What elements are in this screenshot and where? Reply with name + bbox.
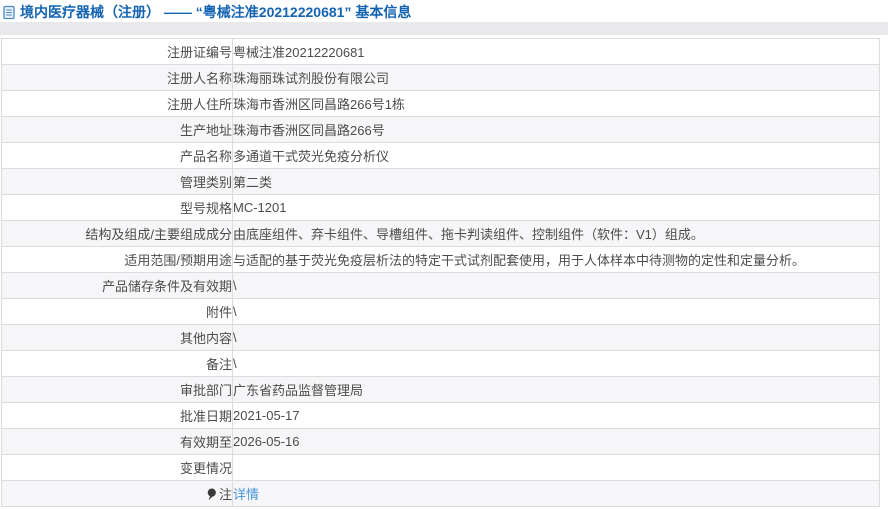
row-label-cell: 产品名称 <box>1 142 233 169</box>
row-label: 注 <box>218 486 232 502</box>
row-label: 有效期至 <box>179 435 232 450</box>
table-row: 备注 \ <box>1 350 880 377</box>
row-label: 备注 <box>205 357 232 372</box>
detail-link[interactable]: 详情 <box>234 487 260 502</box>
row-label-cell: 变更情况 <box>1 454 233 481</box>
row-label: 结构及组成/主要组成成分 <box>85 227 232 242</box>
row-value-cell: \ <box>232 350 880 377</box>
table-row: 生产地址 珠海市香洲区同昌路266号 <box>1 116 880 143</box>
row-value: 与适配的基于荧光免疫层析法的特定干式试剂配套使用，用于人体样本中待测物的定性和定… <box>233 253 806 268</box>
row-value-cell: 2021-05-17 <box>232 402 880 429</box>
row-value: \ <box>233 304 237 319</box>
registration-info-table: 注册证编号 粤械注准20212220681 注册人名称 珠海丽珠试剂股份有限公司 注册人… <box>1 38 880 507</box>
table-row: 有效期至 2026-05-16 <box>1 428 880 455</box>
row-label: 注册人名称 <box>166 71 232 86</box>
row-label: 其他内容 <box>179 331 232 346</box>
header-divider-band <box>0 22 888 35</box>
row-value-cell: \ <box>232 272 880 299</box>
row-value-cell: \ <box>232 298 880 325</box>
row-value: \ <box>233 278 237 293</box>
row-value: \ <box>233 356 237 371</box>
row-label: 附件 <box>205 305 232 320</box>
row-value: \ <box>233 330 237 345</box>
row-label: 变更情况 <box>179 461 232 476</box>
row-value: 由底座组件、弃卡组件、导槽组件、拖卡判读组件、控制组件（软件：V1）组成。 <box>233 227 704 242</box>
table-row: 其他内容 \ <box>1 324 880 351</box>
row-label-cell: 适用范围/预期用途 <box>1 246 233 273</box>
row-label: 产品储存条件及有效期 <box>101 279 232 294</box>
row-value-cell: \ <box>232 324 880 351</box>
row-value-cell: 广东省药品监督管理局 <box>232 376 880 403</box>
row-label-cell: 型号规格 <box>1 194 233 221</box>
row-value: 第二类 <box>233 175 273 190</box>
row-value: 珠海市香洲区同昌路266号 <box>233 123 385 138</box>
table-row: 注详情 <box>1 480 880 507</box>
row-value-cell: 详情 <box>232 480 880 507</box>
row-label-cell: 备注 <box>1 350 233 377</box>
page-title: 境内医疗器械（注册） —— “粤械注准20212220681” 基本信息 <box>20 4 412 20</box>
row-value: 粤械注准20212220681 <box>233 45 365 60</box>
table-row: 管理类别 第二类 <box>1 168 880 195</box>
table-row: 注册人名称 珠海丽珠试剂股份有限公司 <box>1 64 880 91</box>
row-label: 管理类别 <box>179 175 232 190</box>
table-row: 附件 \ <box>1 298 880 325</box>
row-value-cell: 珠海市香洲区同昌路266号1栋 <box>232 90 880 117</box>
row-value: 2021-05-17 <box>233 408 300 423</box>
row-value: 广东省药品监督管理局 <box>233 383 364 398</box>
row-value: 多通道干式荧光免疫分析仪 <box>233 149 390 164</box>
row-value-cell <box>232 454 880 481</box>
row-value-cell: 多通道干式荧光免疫分析仪 <box>232 142 880 169</box>
pin-icon <box>206 488 217 504</box>
table-row: 型号规格 MC-1201 <box>1 194 880 221</box>
row-value-cell: 珠海丽珠试剂股份有限公司 <box>232 64 880 91</box>
row-value: 珠海丽珠试剂股份有限公司 <box>233 71 390 86</box>
row-value-cell: 由底座组件、弃卡组件、导槽组件、拖卡判读组件、控制组件（软件：V1）组成。 <box>232 220 880 247</box>
info-table-container: 注册证编号 粤械注准20212220681 注册人名称 珠海丽珠试剂股份有限公司 注册人… <box>1 38 888 507</box>
page-header: 境内医疗器械（注册） —— “粤械注准20212220681” 基本信息 <box>0 0 888 22</box>
table-row: 批准日期 2021-05-17 <box>1 402 880 429</box>
row-label: 注册证编号 <box>166 45 232 60</box>
row-value-cell: 珠海市香洲区同昌路266号 <box>232 116 880 143</box>
row-label: 适用范围/预期用途 <box>124 253 232 268</box>
table-row: 变更情况 <box>1 454 880 481</box>
row-value: MC-1201 <box>233 200 287 215</box>
row-value: 珠海市香洲区同昌路266号1栋 <box>233 97 405 112</box>
row-value-cell: MC-1201 <box>232 194 880 221</box>
row-label-cell: 注册人住所 <box>1 90 233 117</box>
row-label-cell: 其他内容 <box>1 324 233 351</box>
table-row: 适用范围/预期用途 与适配的基于荧光免疫层析法的特定干式试剂配套使用，用于人体样本… <box>1 246 880 273</box>
table-row: 注册证编号 粤械注准20212220681 <box>1 38 880 65</box>
row-label-cell: 批准日期 <box>1 402 233 429</box>
row-label: 批准日期 <box>179 409 232 424</box>
document-icon <box>3 5 15 20</box>
row-label-cell: 管理类别 <box>1 168 233 195</box>
row-label-cell: 附件 <box>1 298 233 325</box>
row-label-cell: 有效期至 <box>1 428 233 455</box>
row-label: 注册人住所 <box>166 97 232 112</box>
table-row: 注册人住所 珠海市香洲区同昌路266号1栋 <box>1 90 880 117</box>
row-label-cell: 注 <box>1 480 233 507</box>
row-label-cell: 产品储存条件及有效期 <box>1 272 233 299</box>
row-value: 2026-05-16 <box>233 434 300 449</box>
row-label-cell: 审批部门 <box>1 376 233 403</box>
row-label-cell: 注册人名称 <box>1 64 233 91</box>
row-label: 生产地址 <box>179 123 232 138</box>
row-label-cell: 结构及组成/主要组成成分 <box>1 220 233 247</box>
row-value-cell: 粤械注准20212220681 <box>232 38 880 65</box>
row-value-cell: 2026-05-16 <box>232 428 880 455</box>
table-row: 审批部门 广东省药品监督管理局 <box>1 376 880 403</box>
table-row: 结构及组成/主要组成成分 由底座组件、弃卡组件、导槽组件、拖卡判读组件、控制组件（… <box>1 220 880 247</box>
row-label: 审批部门 <box>179 383 232 398</box>
row-label-cell: 生产地址 <box>1 116 233 143</box>
page: 境内医疗器械（注册） —— “粤械注准20212220681” 基本信息 注册证… <box>0 0 888 509</box>
info-table-body: 注册证编号 粤械注准20212220681 注册人名称 珠海丽珠试剂股份有限公司 注册人… <box>1 38 880 507</box>
row-value-cell: 与适配的基于荧光免疫层析法的特定干式试剂配套使用，用于人体样本中待测物的定性和定… <box>232 246 880 273</box>
table-row: 产品名称 多通道干式荧光免疫分析仪 <box>1 142 880 169</box>
row-label: 产品名称 <box>179 149 232 164</box>
row-label: 型号规格 <box>179 201 232 216</box>
table-row: 产品储存条件及有效期 \ <box>1 272 880 299</box>
row-value-cell: 第二类 <box>232 168 880 195</box>
row-label-cell: 注册证编号 <box>1 38 233 65</box>
